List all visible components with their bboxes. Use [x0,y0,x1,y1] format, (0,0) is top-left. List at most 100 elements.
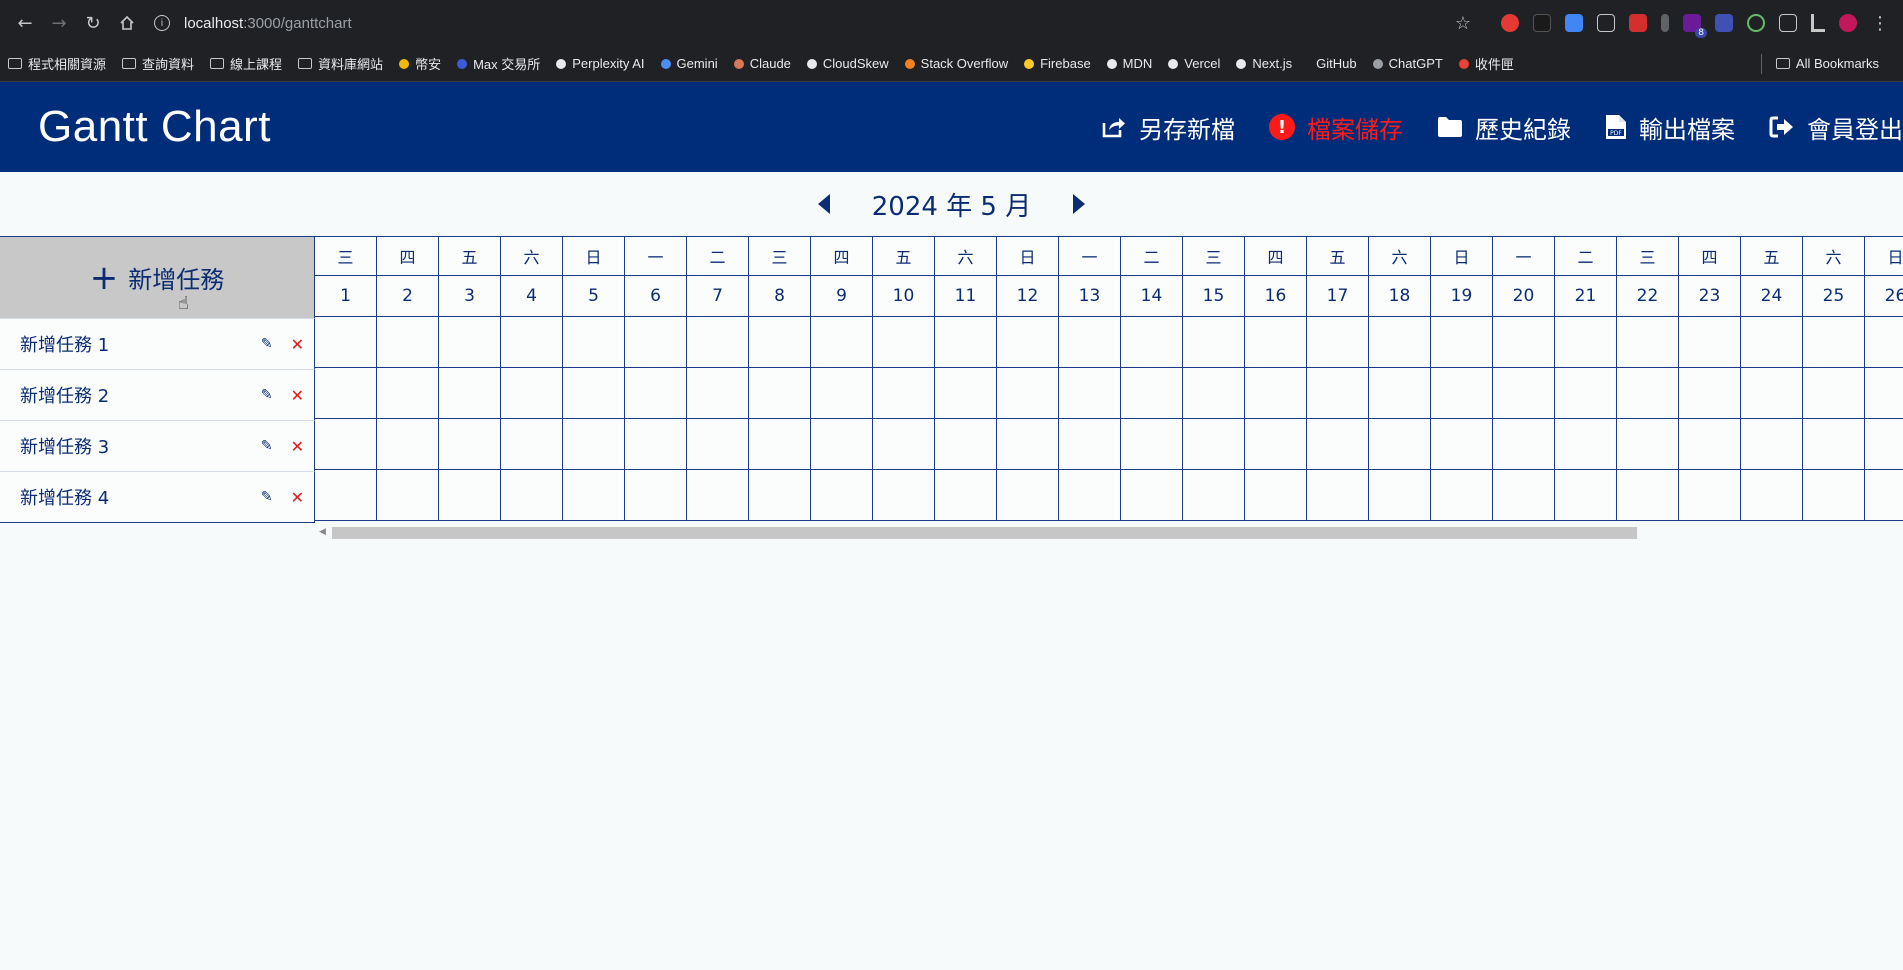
schedule-cell[interactable] [377,470,438,521]
schedule-cell[interactable] [873,317,934,368]
export-button[interactable]: PDF 輸出檔案 [1605,110,1735,145]
schedule-cell[interactable] [377,419,438,470]
schedule-cell[interactable] [625,419,686,470]
bookmark-item[interactable]: ChatGPT [1372,56,1443,71]
reload-icon[interactable]: ↻ [76,6,110,40]
schedule-cell[interactable] [1803,419,1864,470]
schedule-cell[interactable] [563,317,624,368]
address-bar[interactable]: i localhost:3000/ganttchart [154,6,1455,40]
schedule-cell[interactable] [997,368,1058,419]
schedule-cell[interactable] [1245,368,1306,419]
schedule-cell[interactable] [563,368,624,419]
add-task-button[interactable]: + 新增任務 ☝ [0,237,315,318]
pencil-icon[interactable]: ✎ [261,336,273,352]
pencil-icon[interactable]: ✎ [261,387,273,403]
task-row[interactable]: 新增任務 4 ✎ ✕ [0,471,315,522]
schedule-cell[interactable] [315,419,376,470]
schedule-cell[interactable] [377,368,438,419]
schedule-cell[interactable] [1617,317,1678,368]
schedule-cell[interactable] [1121,419,1182,470]
schedule-cell[interactable] [1679,470,1740,521]
profile-avatar-icon[interactable] [1839,14,1857,32]
schedule-cell[interactable] [935,317,996,368]
task-row[interactable]: 新增任務 2 ✎ ✕ [0,369,315,420]
schedule-cell[interactable] [1431,470,1492,521]
schedule-cell[interactable] [1431,368,1492,419]
schedule-cell[interactable] [1803,368,1864,419]
save-button[interactable]: ! 檔案儲存 [1269,110,1403,145]
bookmark-item[interactable]: 幣安 [399,54,441,73]
schedule-cell[interactable] [1245,470,1306,521]
schedule-cell[interactable] [1555,419,1616,470]
scrollbar-thumb[interactable] [332,527,1637,539]
schedule-cell[interactable] [1555,317,1616,368]
schedule-cell[interactable] [439,419,500,470]
schedule-cell[interactable] [563,470,624,521]
bookmark-item[interactable]: MDN [1106,56,1152,71]
bookmark-item[interactable]: Next.js [1236,56,1292,71]
schedule-cell[interactable] [315,317,376,368]
schedule-cell[interactable] [315,470,376,521]
schedule-cell[interactable] [1865,419,1903,470]
schedule-cell[interactable] [563,419,624,470]
forward-icon[interactable]: → [42,6,76,40]
schedule-cell[interactable] [749,317,810,368]
schedule-cell[interactable] [1121,470,1182,521]
schedule-cell[interactable] [873,470,934,521]
schedule-cell[interactable] [1741,419,1802,470]
schedule-cell[interactable] [1493,419,1554,470]
schedule-cell[interactable] [1183,470,1244,521]
schedule-cell[interactable] [1245,317,1306,368]
pencil-icon[interactable]: ✎ [261,489,273,505]
schedule-cell[interactable] [625,368,686,419]
bookmark-item[interactable]: 程式相關資源 [8,54,106,73]
schedule-cell[interactable] [997,470,1058,521]
schedule-cell[interactable] [687,419,748,470]
logout-button[interactable]: 會員登出 [1769,110,1903,145]
schedule-cell[interactable] [935,470,996,521]
schedule-cell[interactable] [1617,368,1678,419]
bookmark-item[interactable]: Firebase [1024,56,1091,71]
schedule-cell[interactable] [1679,317,1740,368]
schedule-cell[interactable] [377,317,438,368]
schedule-cell[interactable] [811,419,872,470]
schedule-cell[interactable] [1493,368,1554,419]
window-extension-icon[interactable] [1597,14,1615,32]
back-icon[interactable]: ← [8,6,42,40]
schedule-cell[interactable] [501,470,562,521]
bookmark-item[interactable]: Stack Overflow [904,56,1008,71]
schedule-cell[interactable] [811,470,872,521]
converter-extension-icon[interactable] [1715,14,1733,32]
schedule-cell[interactable] [625,470,686,521]
schedule-cell[interactable] [439,317,500,368]
purple-extension-icon[interactable]: 8 [1683,14,1707,38]
bookmark-item[interactable]: 資料庫網站 [298,54,383,73]
schedule-cell[interactable] [1431,419,1492,470]
schedule-cell[interactable] [1679,368,1740,419]
schedule-cell[interactable] [687,470,748,521]
schedule-cell[interactable] [997,317,1058,368]
bookmark-item[interactable]: Vercel [1168,56,1220,71]
delete-x-icon[interactable]: ✕ [291,335,304,354]
schedule-cell[interactable] [935,419,996,470]
schedule-cell[interactable] [1865,317,1903,368]
schedule-cell[interactable] [1803,470,1864,521]
bookmark-item[interactable]: Max 交易所 [457,54,540,73]
site-info-icon[interactable]: i [154,15,170,31]
menu-kebab-icon[interactable]: ⋮ [1871,13,1889,34]
schedule-cell[interactable] [1741,470,1802,521]
schedule-cell[interactable] [1307,317,1368,368]
bookmark-item[interactable]: Claude [733,56,791,71]
schedule-cell[interactable] [1059,470,1120,521]
schedule-cell[interactable] [811,317,872,368]
schedule-cell[interactable] [1555,470,1616,521]
schedule-cell[interactable] [1245,419,1306,470]
schedule-cell[interactable] [1183,419,1244,470]
schedule-cell[interactable] [1431,317,1492,368]
schedule-cell[interactable] [1307,419,1368,470]
bookmark-item[interactable]: CloudSkew [806,56,889,71]
schedule-cell[interactable] [749,470,810,521]
pdf-extension-icon[interactable] [1629,14,1647,32]
schedule-cell[interactable] [873,368,934,419]
horizontal-scrollbar[interactable]: ◀ [315,525,1903,541]
